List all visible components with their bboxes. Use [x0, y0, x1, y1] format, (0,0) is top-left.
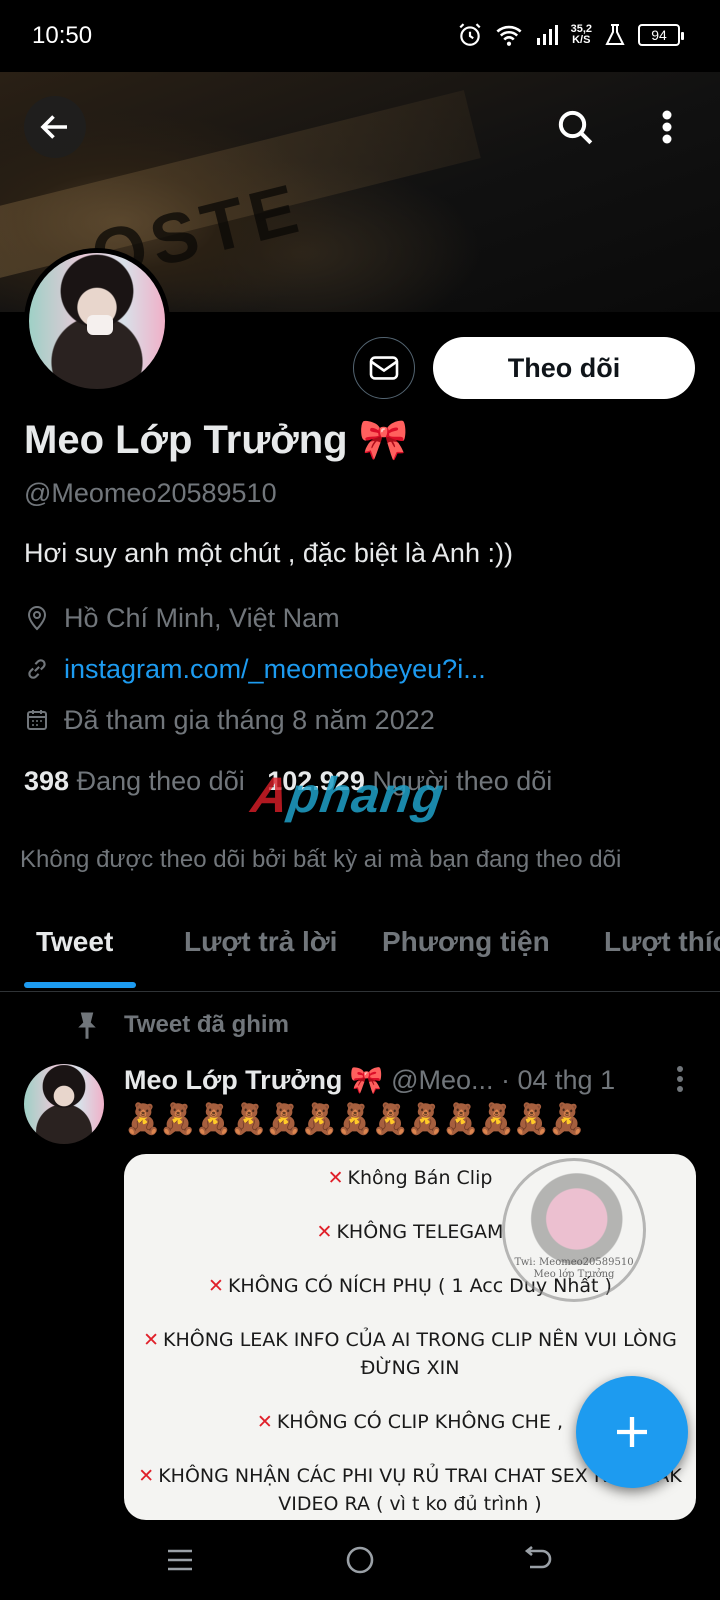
watermark-logo: Aphang	[248, 767, 449, 823]
more-options-button[interactable]	[636, 96, 698, 158]
wifi-icon	[496, 25, 522, 46]
x-mark-icon: ✕	[143, 1329, 160, 1351]
tweet-date: · 04 thg 1	[501, 1065, 616, 1095]
watermark-stamp: Twi: Meomeo20589510 Meo lớp Trưởng	[502, 1158, 646, 1302]
signal-icon	[536, 25, 558, 45]
media-line: ĐỪNG XIN	[360, 1357, 460, 1379]
pin-icon	[78, 1012, 96, 1039]
back-nav-button[interactable]	[516, 1538, 560, 1582]
following-link[interactable]: 398 Đang theo dõi	[24, 766, 245, 796]
not-followed-note: Không được theo dõi bởi bất kỳ ai mà bạn…	[20, 846, 622, 873]
tweet-avatar[interactable]	[24, 1064, 104, 1144]
following-count: 398	[24, 766, 70, 796]
tweet-header: Meo Lớp Trưởng 🎀 @Meo... · 04 thg 1	[124, 1064, 664, 1096]
profile-name: Meo Lớp Trưởng 🎀	[24, 418, 409, 462]
arrow-left-icon	[40, 115, 67, 139]
tab-likes[interactable]: Lượt thích	[604, 926, 720, 958]
back-button[interactable]	[24, 96, 86, 158]
alarm-icon	[459, 23, 481, 46]
x-mark-icon: ✕	[256, 1411, 273, 1433]
recents-icon	[168, 1549, 192, 1571]
flask-icon	[605, 24, 625, 45]
mail-icon	[369, 356, 399, 380]
status-time: 10:50	[32, 22, 93, 49]
profile-joined: Đã tham gia tháng 8 năm 2022	[24, 702, 435, 738]
battery-icon: 94	[638, 24, 684, 46]
media-line: VIDEO RA ( vì t ko đủ trình )	[278, 1493, 542, 1515]
status-bar: 10:50 35,2 K/S 94	[0, 0, 720, 72]
back-icon	[524, 1545, 552, 1569]
link-text[interactable]: instagram.com/_meomeobeyeu?i...	[64, 654, 486, 685]
link-icon	[24, 656, 50, 682]
search-button[interactable]	[544, 96, 606, 158]
system-nav-bar	[0, 1520, 720, 1600]
x-mark-icon: ✕	[208, 1275, 224, 1297]
pinned-label: Tweet đã ghim	[74, 1010, 289, 1040]
tweet-author-name[interactable]: Meo Lớp Trưởng 🎀	[124, 1065, 384, 1095]
location-text: Hồ Chí Minh, Việt Nam	[64, 602, 340, 633]
more-vertical-icon	[677, 1066, 683, 1092]
active-tab-indicator	[24, 982, 136, 988]
tab-replies[interactable]: Lượt trả lời	[184, 926, 337, 958]
plus-icon	[617, 1417, 647, 1447]
tweet-text: 🧸🧸🧸🧸🧸🧸🧸🧸🧸🧸🧸🧸🧸	[124, 1103, 586, 1136]
recents-button[interactable]	[158, 1538, 202, 1582]
more-vertical-icon	[662, 110, 672, 144]
x-mark-icon: ✕	[138, 1465, 155, 1487]
profile-avatar[interactable]	[24, 248, 170, 394]
profile-bio: Hơi suy anh một chút , đặc biệt là Anh :…	[24, 538, 513, 568]
following-label: Đang theo dõi	[76, 766, 245, 796]
tab-media[interactable]: Phương tiện	[382, 926, 550, 958]
compose-tweet-button[interactable]	[576, 1376, 688, 1488]
calendar-icon	[24, 707, 50, 733]
tab-tweets[interactable]: Tweet	[36, 926, 113, 958]
follow-button[interactable]: Theo dõi	[433, 337, 695, 399]
profile-handle: @Meomeo20589510	[24, 478, 277, 508]
profile-link[interactable]: instagram.com/_meomeobeyeu?i...	[24, 651, 486, 687]
tweet-author-handle: @Meo...	[391, 1065, 494, 1095]
home-button[interactable]	[338, 1538, 382, 1582]
tweet-more-button[interactable]	[670, 1064, 690, 1099]
pinned-text: Tweet đã ghim	[124, 1011, 289, 1038]
message-button[interactable]	[353, 337, 415, 399]
media-line: ✕ KHÔNG LEAK INFO CỦA AI TRONG CLIP NÊN V…	[143, 1329, 677, 1351]
status-icons: 35,2 K/S 94	[457, 20, 684, 50]
joined-text: Đã tham gia tháng 8 năm 2022	[64, 704, 435, 735]
x-mark-icon: ✕	[316, 1221, 333, 1243]
location-pin-icon	[24, 605, 50, 631]
net-speed: 35,2 K/S	[570, 23, 592, 46]
search-icon	[558, 110, 593, 145]
x-mark-icon: ✕	[327, 1167, 344, 1189]
home-icon	[346, 1546, 374, 1574]
profile-location: Hồ Chí Minh, Việt Nam	[24, 600, 340, 636]
profile-tabs: Tweet Lượt trả lời Phương tiện Lượt thíc…	[0, 898, 720, 992]
